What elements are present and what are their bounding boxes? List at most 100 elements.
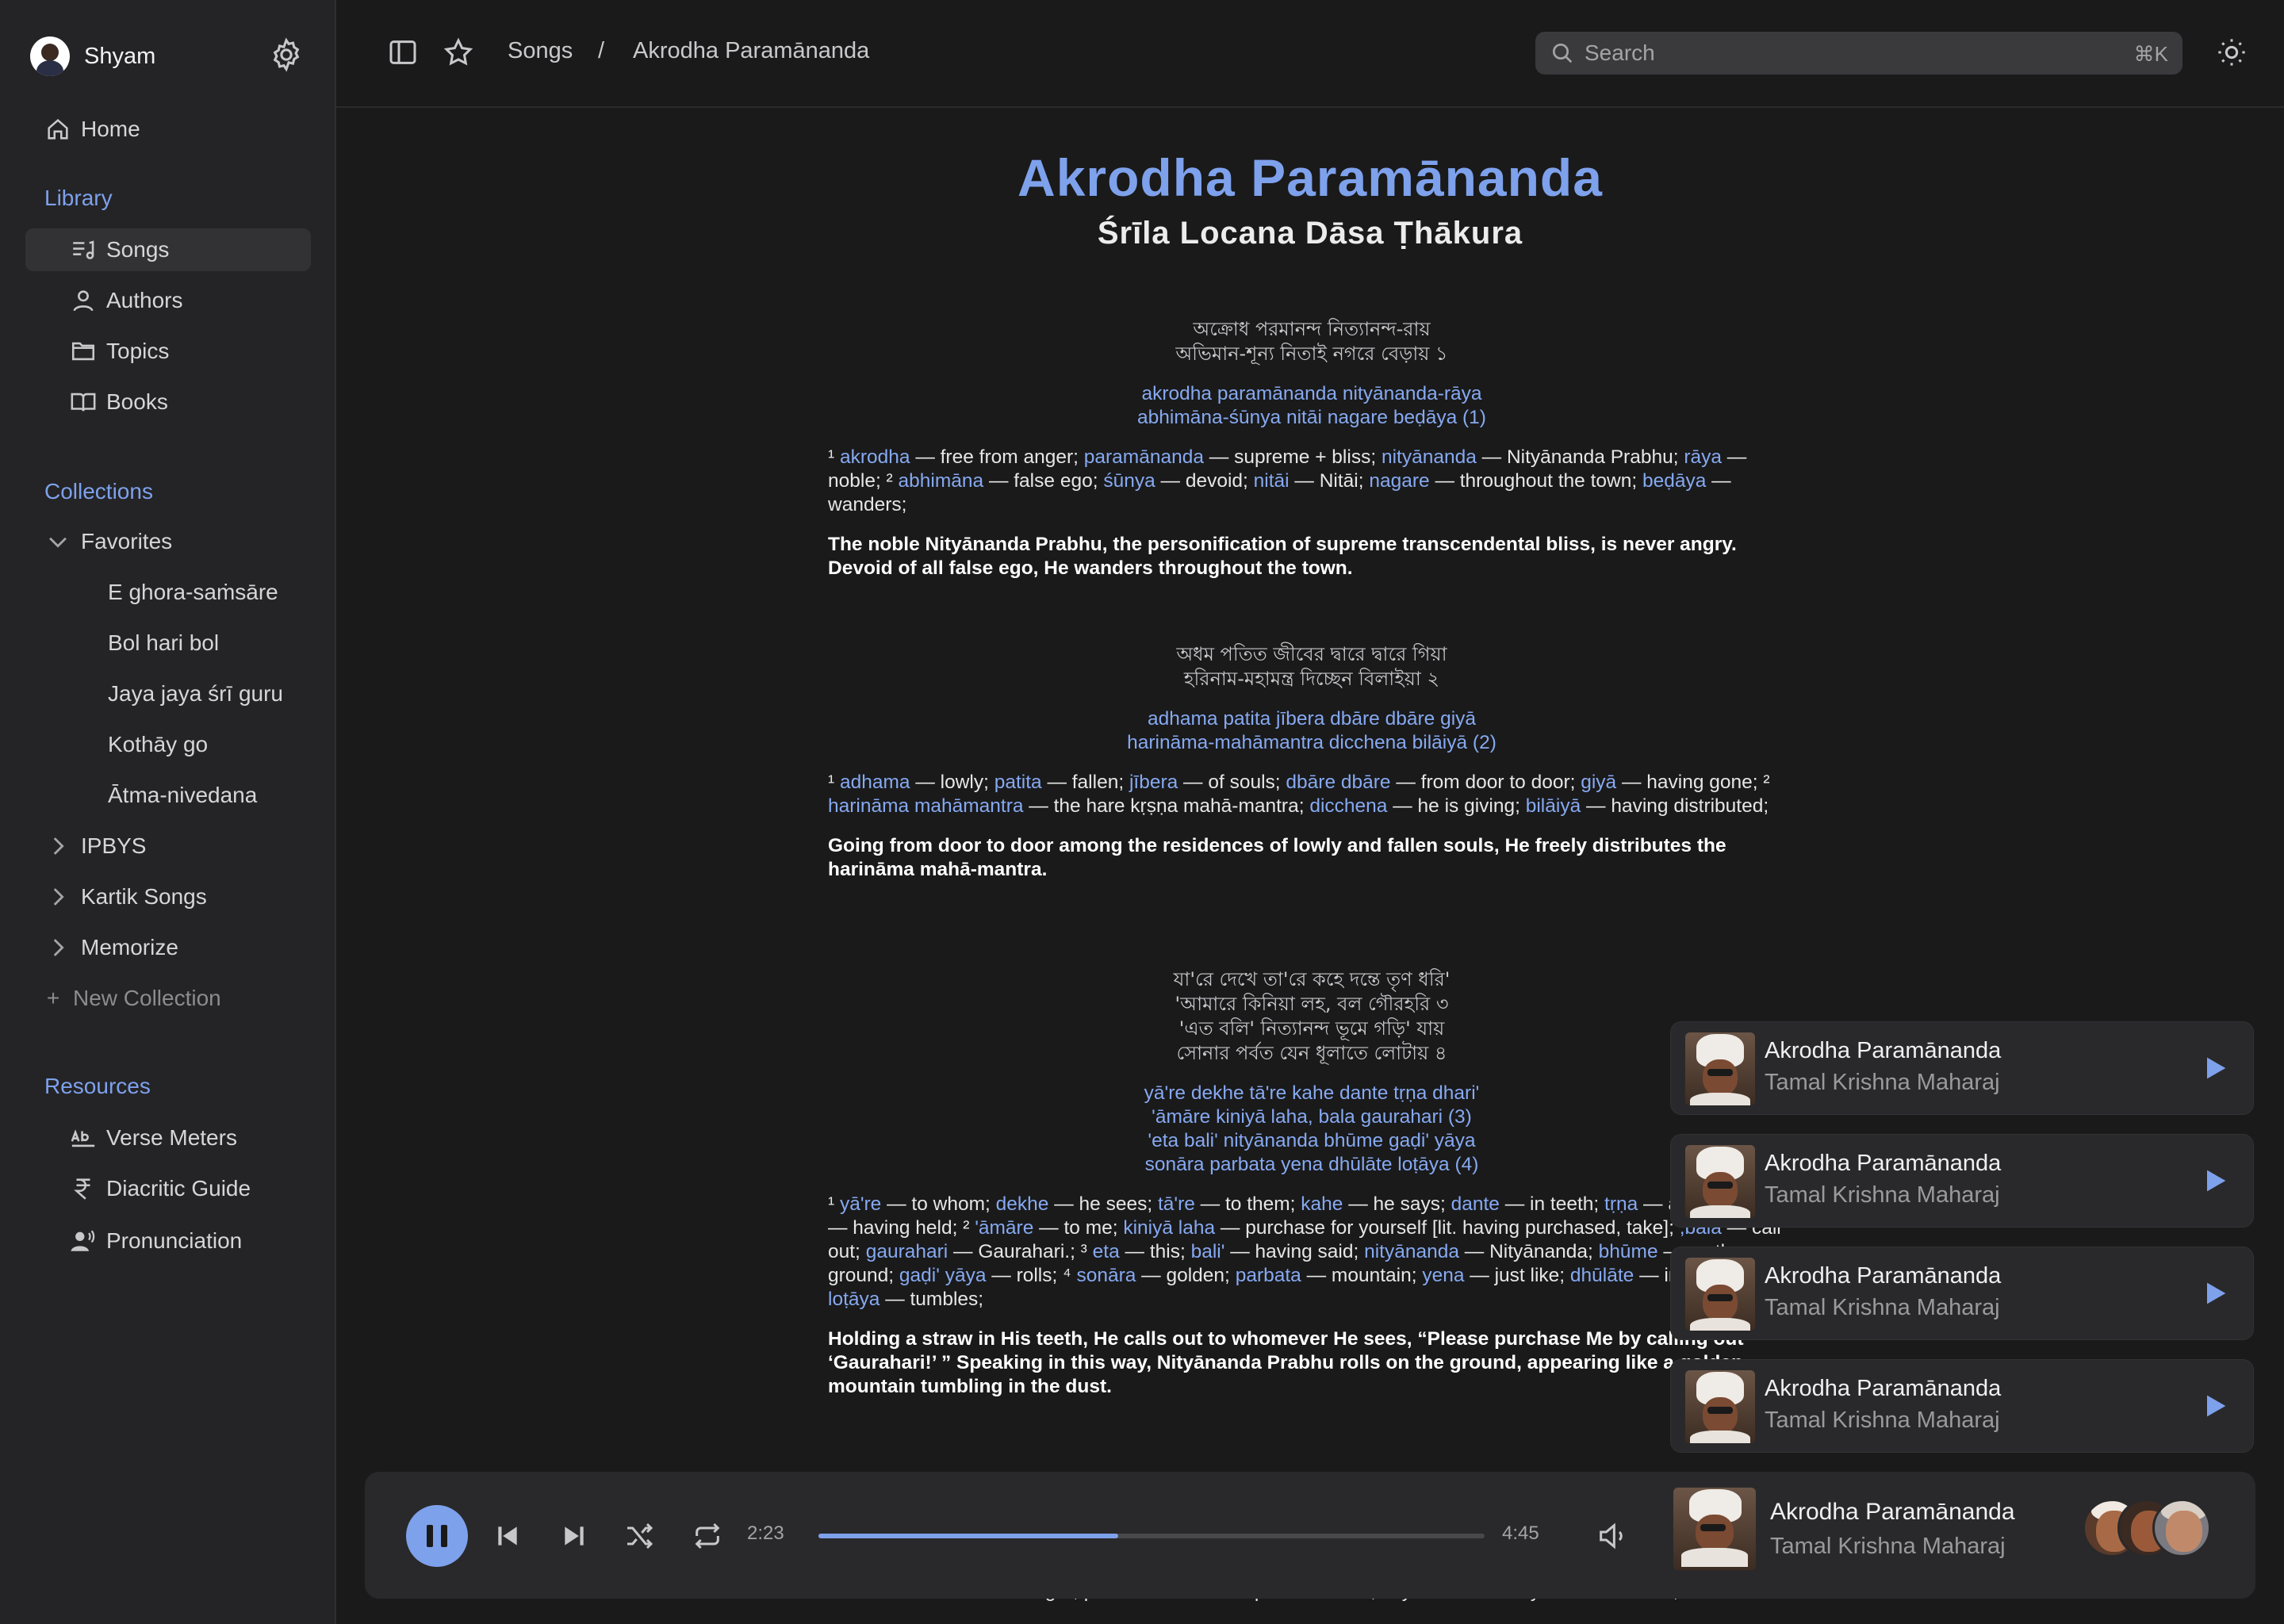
favorite-song-item[interactable]: Ātma-nivedana bbox=[108, 774, 257, 817]
search-bar[interactable]: ⌘K bbox=[1535, 32, 2182, 75]
collection-favorites[interactable]: Favorites bbox=[44, 520, 172, 563]
library-section-title[interactable]: Library bbox=[44, 186, 113, 211]
favorite-song-item[interactable]: E ghora-saṁsāre bbox=[108, 571, 278, 614]
skip-forward-icon[interactable] bbox=[558, 1520, 590, 1552]
volume-icon[interactable] bbox=[1596, 1520, 1627, 1552]
word-link[interactable]: 'āmāre bbox=[975, 1217, 1033, 1239]
word-link[interactable]: eta bbox=[1093, 1241, 1120, 1262]
word-link[interactable]: kiniyā laha bbox=[1123, 1217, 1215, 1239]
queue-item[interactable]: Akrodha Paramānanda Tamal Krishna Mahara… bbox=[1670, 1134, 2254, 1228]
new-collection-button[interactable]: + New Collection bbox=[44, 977, 221, 1020]
word-link[interactable]: nityānanda bbox=[1364, 1241, 1459, 1262]
word-link[interactable]: tā're bbox=[1158, 1193, 1195, 1215]
bengali-line: 'এত বলি' নিত্যানন্দ ভূমে গড়ি' যায় bbox=[1178, 1017, 1445, 1040]
user-profile[interactable]: Shyam bbox=[30, 36, 308, 76]
chevron-down-icon[interactable] bbox=[44, 528, 71, 555]
shuffle-icon[interactable] bbox=[623, 1520, 655, 1552]
star-icon[interactable] bbox=[443, 36, 474, 68]
queue-item[interactable]: Akrodha Paramānanda Tamal Krishna Mahara… bbox=[1670, 1247, 2254, 1340]
word-link[interactable]: sonāra bbox=[1076, 1265, 1136, 1286]
word-link[interactable]: tṛṇa bbox=[1604, 1193, 1638, 1215]
sidebar-item-home[interactable]: Home bbox=[44, 108, 140, 151]
word-link[interactable]: kahe bbox=[1301, 1193, 1343, 1215]
sidebar-item-topics[interactable]: Topics bbox=[70, 330, 169, 373]
word-link[interactable]: dhūlāte bbox=[1570, 1265, 1634, 1286]
word-meaning: — Gaurahari.; ³ bbox=[948, 1241, 1093, 1262]
gear-icon[interactable] bbox=[268, 36, 305, 73]
word-link[interactable]: dekhe bbox=[996, 1193, 1049, 1215]
avatar[interactable] bbox=[30, 36, 70, 76]
word-link[interactable]: dbāre dbāre bbox=[1286, 772, 1390, 793]
play-icon[interactable] bbox=[2199, 1277, 2231, 1309]
favorite-song-item[interactable]: Jaya jaya śrī guru bbox=[108, 672, 283, 715]
sidebar-item-authors[interactable]: Authors bbox=[70, 279, 183, 322]
word-link[interactable]: gaurahari bbox=[866, 1241, 948, 1262]
favorite-song-item[interactable]: Kothāy go bbox=[108, 723, 208, 766]
sun-icon[interactable] bbox=[2216, 36, 2248, 68]
collection-memorize[interactable]: Memorize bbox=[44, 926, 178, 969]
search-input[interactable] bbox=[1585, 40, 2060, 66]
word-link[interactable]: paramānanda bbox=[1084, 446, 1204, 468]
word-link[interactable]: bilāiyā bbox=[1526, 795, 1581, 817]
repeat-icon[interactable] bbox=[692, 1520, 723, 1552]
collections-section-title[interactable]: Collections bbox=[44, 479, 153, 504]
word-link[interactable]: beḍāya bbox=[1642, 470, 1706, 492]
word-link[interactable]: harināma mahāmantra bbox=[828, 795, 1023, 817]
sidebar-item-pronunciation[interactable]: Pronunciation bbox=[70, 1220, 242, 1262]
chevron-right-icon[interactable] bbox=[44, 934, 71, 961]
word-link[interactable]: nityānanda bbox=[1382, 446, 1477, 468]
word-link[interactable]: dicchena bbox=[1309, 795, 1387, 817]
word-link[interactable]: gaḍi' yāya bbox=[899, 1265, 987, 1286]
word-link[interactable]: rāya bbox=[1684, 446, 1722, 468]
queue-item[interactable]: Akrodha Paramānanda Tamal Krishna Mahara… bbox=[1670, 1359, 2254, 1453]
collection-ipbys[interactable]: IPBYS bbox=[44, 825, 146, 868]
word-link[interactable]: bali' bbox=[1191, 1241, 1225, 1262]
word-link[interactable]: akrodha bbox=[840, 446, 910, 468]
bengali-line: 'আমারে কিনিয়া লহ, বল গৌরহরি ৩ bbox=[1175, 993, 1449, 1015]
word-meaning: — he is giving; bbox=[1387, 795, 1526, 817]
word-meaning: — having distributed; bbox=[1581, 795, 1769, 817]
word-link[interactable]: abhimāna bbox=[899, 470, 984, 492]
sidebar-item-verse-meters[interactable]: Verse Meters bbox=[70, 1116, 237, 1159]
skip-back-icon[interactable] bbox=[492, 1520, 523, 1552]
resources-section-title[interactable]: Resources bbox=[44, 1074, 151, 1099]
word-link[interactable]: śūnya bbox=[1103, 470, 1155, 492]
word-link[interactable]: nitāi bbox=[1254, 470, 1290, 492]
word-link[interactable]: yena bbox=[1422, 1265, 1464, 1286]
collection-label: Kartik Songs bbox=[81, 884, 207, 909]
word-link[interactable]: dante bbox=[1451, 1193, 1500, 1215]
word-link[interactable]: yā're bbox=[840, 1193, 881, 1215]
collection-kartik-songs[interactable]: Kartik Songs bbox=[44, 875, 207, 918]
queue-item-title: Akrodha Paramānanda bbox=[1765, 1263, 2002, 1289]
pause-button[interactable] bbox=[406, 1505, 468, 1567]
home-icon bbox=[48, 118, 68, 140]
play-icon[interactable] bbox=[2199, 1165, 2231, 1197]
progress-bar[interactable] bbox=[818, 1534, 1485, 1538]
word-link[interactable]: giyā bbox=[1581, 772, 1616, 793]
word-link[interactable]: loṭāya bbox=[828, 1289, 879, 1310]
word-link[interactable]: parbata bbox=[1236, 1265, 1301, 1286]
queue-item[interactable]: Akrodha Paramānanda Tamal Krishna Mahara… bbox=[1670, 1021, 2254, 1115]
sidebar-item-label: Diacritic Guide bbox=[106, 1176, 251, 1201]
word-link[interactable]: adhama bbox=[840, 772, 910, 793]
word-link[interactable]: bhūme bbox=[1599, 1241, 1658, 1262]
play-icon[interactable] bbox=[2199, 1052, 2231, 1084]
word-link[interactable]: jībera bbox=[1129, 772, 1178, 793]
play-icon[interactable] bbox=[2199, 1390, 2231, 1422]
listener-avatar[interactable] bbox=[2152, 1499, 2211, 1557]
sidebar-item-label: Verse Meters bbox=[106, 1125, 237, 1150]
breadcrumb-songs[interactable]: Songs bbox=[508, 38, 573, 64]
sidebar-item-diacritic-guide[interactable]: Diacritic Guide bbox=[70, 1167, 251, 1210]
favorite-song-item[interactable]: Bol hari bol bbox=[108, 622, 219, 665]
word-link[interactable]: patita bbox=[994, 772, 1042, 793]
sidebar-item-label: Home bbox=[81, 117, 140, 141]
sidebar-toggle-icon[interactable] bbox=[387, 36, 419, 68]
sidebar-item-books[interactable]: Books bbox=[70, 381, 168, 423]
chevron-right-icon[interactable] bbox=[44, 833, 71, 860]
song-author[interactable]: Śrīla Locana Dāsa Ṭhākura bbox=[336, 216, 2284, 251]
word-meaning: ¹ bbox=[828, 1193, 840, 1215]
word-link[interactable]: nagare bbox=[1369, 470, 1429, 492]
sidebar-item-songs[interactable]: Songs bbox=[70, 228, 169, 271]
chevron-right-icon[interactable] bbox=[44, 883, 71, 910]
word-meaning: — to whom; bbox=[881, 1193, 996, 1215]
